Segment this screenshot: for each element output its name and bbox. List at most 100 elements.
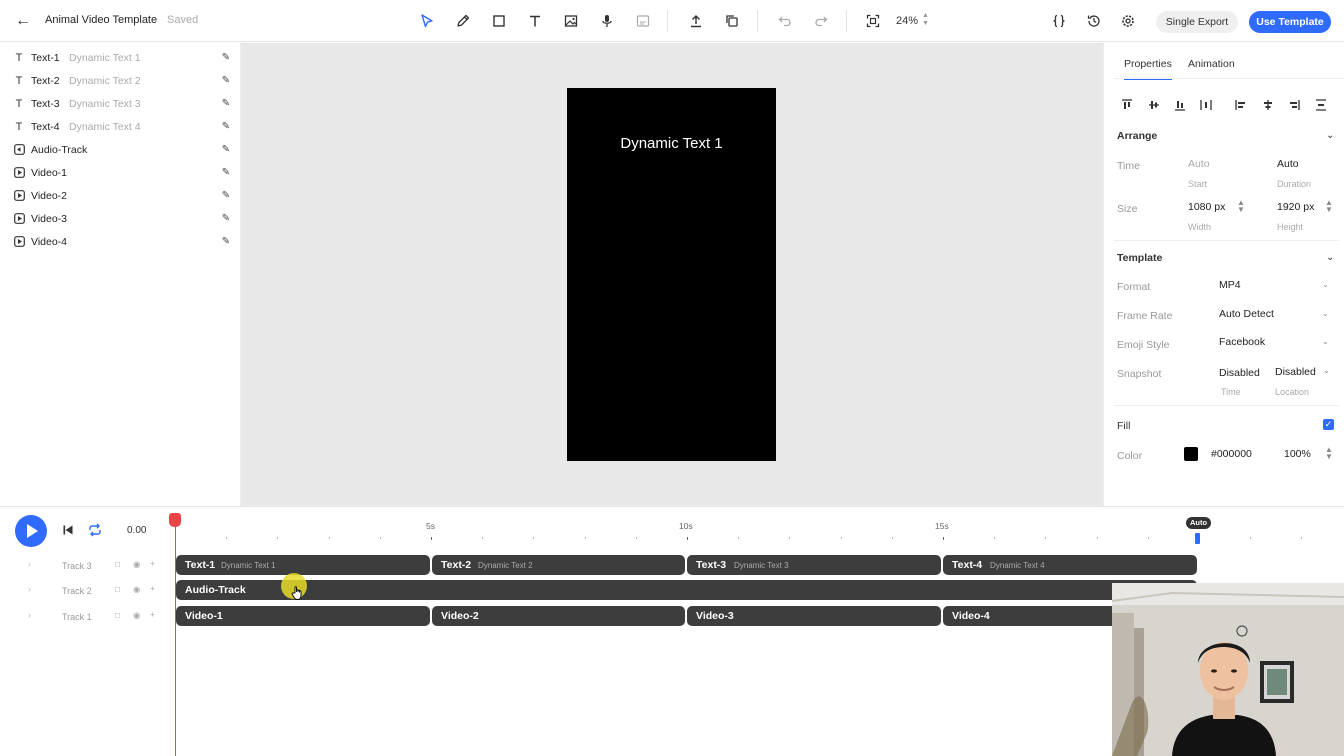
distribute-horizontal-icon[interactable] xyxy=(1199,98,1213,112)
chevron-down-icon[interactable]: ⌄ xyxy=(1322,309,1329,318)
layer-item[interactable]: Video-3 ✎ xyxy=(0,208,241,230)
history-icon[interactable] xyxy=(1084,11,1104,31)
edit-pencil-icon[interactable]: ✎ xyxy=(220,212,232,226)
unlock-icon[interactable]: □ xyxy=(115,559,120,569)
timeline-clip[interactable]: Text-4 Dynamic Text 4 xyxy=(943,555,1197,575)
edit-pencil-icon[interactable]: ✎ xyxy=(220,143,232,157)
chevron-down-icon[interactable]: ⌄ xyxy=(1322,337,1329,346)
fit-screen-icon[interactable] xyxy=(863,11,883,31)
eye-icon[interactable]: ◉ xyxy=(133,610,140,621)
width-stepper-icon[interactable]: ▲ ▼ xyxy=(1237,199,1245,214)
code-braces-icon[interactable] xyxy=(1049,11,1069,31)
select-tool-icon[interactable] xyxy=(417,11,437,31)
align-bottom-icon[interactable] xyxy=(1173,98,1187,112)
template-heading[interactable]: Template xyxy=(1117,252,1162,264)
layer-item[interactable]: T Text-3 Dynamic Text 3 ✎ xyxy=(0,93,241,115)
start-input[interactable]: Auto xyxy=(1188,158,1210,170)
layer-item[interactable]: T Text-4 Dynamic Text 4 ✎ xyxy=(0,116,241,138)
align-right-icon[interactable] xyxy=(1287,98,1301,112)
edit-pencil-icon[interactable]: ✎ xyxy=(220,97,232,111)
chevron-down-icon[interactable]: ⌄ xyxy=(1322,280,1329,289)
edit-pencil-icon[interactable]: ✎ xyxy=(220,120,232,134)
snapshot-location-select[interactable]: Disabled xyxy=(1275,366,1316,378)
eye-icon[interactable]: ◉ xyxy=(133,559,140,570)
play-button[interactable] xyxy=(15,515,47,547)
skip-to-start-icon[interactable] xyxy=(60,522,76,538)
tab-properties[interactable]: Properties xyxy=(1124,58,1172,80)
timeline-clip[interactable]: Text-1 Dynamic Text 1 xyxy=(176,555,430,575)
add-icon[interactable]: + xyxy=(150,609,155,619)
timeline-clip[interactable]: Video-3 xyxy=(687,606,941,626)
edit-pencil-icon[interactable]: ✎ xyxy=(220,51,232,65)
tab-animation[interactable]: Animation xyxy=(1188,58,1235,70)
eye-icon[interactable]: ◉ xyxy=(133,584,140,595)
opacity-input[interactable]: 100% xyxy=(1284,448,1311,460)
unlock-icon[interactable]: □ xyxy=(115,610,120,620)
height-stepper-icon[interactable]: ▲ ▼ xyxy=(1325,199,1333,214)
edit-pencil-icon[interactable]: ✎ xyxy=(220,166,232,180)
emoji-style-select[interactable]: Facebook xyxy=(1219,336,1265,348)
layer-item[interactable]: Audio-Track ✎ xyxy=(0,139,241,161)
arrange-heading[interactable]: Arrange xyxy=(1117,130,1157,142)
layer-item[interactable]: Video-4 ✎ xyxy=(0,231,241,253)
rectangle-tool-icon[interactable] xyxy=(489,11,509,31)
height-input[interactable]: 1920 px xyxy=(1277,201,1314,213)
format-select[interactable]: MP4 xyxy=(1219,279,1241,291)
upload-icon[interactable] xyxy=(686,11,706,31)
align-center-icon[interactable] xyxy=(1261,98,1275,112)
timeline-clip[interactable]: Audio-Track xyxy=(176,580,1197,600)
video-stage[interactable]: Dynamic Text 1 xyxy=(567,88,776,461)
undo-icon[interactable] xyxy=(775,11,795,31)
duplicate-icon[interactable] xyxy=(722,11,742,31)
end-marker-handle[interactable] xyxy=(1195,533,1200,544)
zoom-stepper-icon[interactable]: ▲ ▼ xyxy=(922,12,929,28)
canvas-area[interactable]: Dynamic Text 1 xyxy=(241,43,1103,506)
edit-pencil-icon[interactable]: ✎ xyxy=(220,235,232,249)
chevron-down-icon[interactable]: ⌄ xyxy=(1326,252,1334,263)
loop-icon[interactable] xyxy=(87,522,103,538)
playhead-handle[interactable] xyxy=(169,513,181,527)
layer-item[interactable]: T Text-1 Dynamic Text 1 ✎ xyxy=(0,47,241,69)
timeline-clip[interactable]: Text-2 Dynamic Text 2 xyxy=(432,555,685,575)
settings-gear-icon[interactable] xyxy=(1118,11,1138,31)
chevron-down-icon[interactable]: ⌄ xyxy=(1323,366,1330,375)
timeline-clip[interactable]: Video-1 xyxy=(176,606,430,626)
chevron-right-icon[interactable]: › xyxy=(28,610,31,620)
back-arrow-icon[interactable]: ← xyxy=(14,11,32,31)
add-icon[interactable]: + xyxy=(150,558,155,568)
text-tool-icon[interactable] xyxy=(525,11,545,31)
color-swatch[interactable] xyxy=(1184,447,1198,461)
width-input[interactable]: 1080 px xyxy=(1188,201,1225,213)
layer-item[interactable]: T Text-2 Dynamic Text 2 ✎ xyxy=(0,70,241,92)
timeline-clip[interactable]: Text-3 Dynamic Text 3 xyxy=(687,555,941,575)
fill-checkbox[interactable]: ✓ xyxy=(1323,419,1334,430)
opacity-stepper-icon[interactable]: ▲ ▼ xyxy=(1325,446,1333,461)
timeline-clip[interactable]: Video-2 xyxy=(432,606,685,626)
caption-tool-icon[interactable] xyxy=(633,11,653,31)
stage-dynamic-text[interactable]: Dynamic Text 1 xyxy=(567,135,776,152)
align-middle-icon[interactable] xyxy=(1147,98,1161,112)
align-left-icon[interactable] xyxy=(1234,98,1248,112)
redo-icon[interactable] xyxy=(811,11,831,31)
duration-input[interactable]: Auto xyxy=(1277,158,1299,170)
distribute-vertical-icon[interactable] xyxy=(1314,98,1328,112)
microphone-tool-icon[interactable] xyxy=(597,11,617,31)
edit-pencil-icon[interactable]: ✎ xyxy=(220,74,232,88)
layer-item[interactable]: Video-1 ✎ xyxy=(0,162,241,184)
align-top-icon[interactable] xyxy=(1120,98,1134,112)
single-export-button[interactable]: Single Export xyxy=(1156,11,1238,33)
color-hex-input[interactable]: #000000 xyxy=(1211,448,1252,460)
snapshot-time-input[interactable]: Disabled xyxy=(1219,367,1260,379)
frame-rate-select[interactable]: Auto Detect xyxy=(1219,308,1274,320)
unlock-icon[interactable]: □ xyxy=(115,584,120,594)
image-tool-icon[interactable] xyxy=(561,11,581,31)
chevron-right-icon[interactable]: › xyxy=(28,559,31,569)
chevron-down-icon[interactable]: ⌄ xyxy=(1326,130,1334,141)
use-template-button[interactable]: Use Template xyxy=(1249,11,1331,33)
edit-pencil-icon[interactable]: ✎ xyxy=(220,189,232,203)
add-icon[interactable]: + xyxy=(150,583,155,593)
project-title[interactable]: Animal Video Template xyxy=(45,14,157,26)
layer-item[interactable]: Video-2 ✎ xyxy=(0,185,241,207)
zoom-level[interactable]: 24% xyxy=(896,15,918,27)
pen-tool-icon[interactable] xyxy=(453,11,473,31)
